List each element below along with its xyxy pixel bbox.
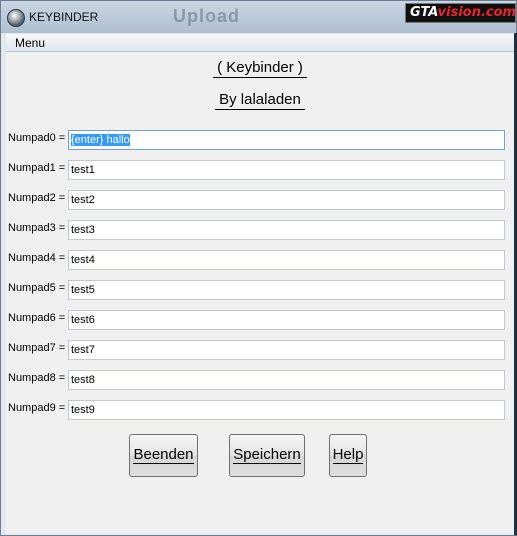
gtavision-watermark: GTAvision.com (405, 3, 516, 23)
numpad8-input[interactable] (68, 370, 505, 390)
window-title: KEYBINDER (29, 10, 99, 24)
numpad5-label: Numpad5 = (8, 282, 66, 294)
keybinder-window: KEYBINDER Upload GTAvision.com Menu ( Ke… (0, 0, 517, 536)
numpad2-label: Numpad2 = (8, 192, 66, 204)
numpad1-input[interactable] (68, 160, 505, 180)
numpad7-label: Numpad7 = (8, 342, 66, 354)
numpad6-label: Numpad6 = (8, 312, 66, 324)
numpad3-label: Numpad3 = (8, 222, 66, 234)
author-line-text: By lalaladen (215, 91, 305, 110)
title-bar[interactable]: KEYBINDER Upload GTAvision.com (1, 1, 516, 33)
numpad9-label: Numpad9 = (8, 402, 66, 414)
app-heading: ( Keybinder ) (6, 59, 514, 78)
numpad7-input[interactable] (68, 340, 505, 360)
numpad4-label: Numpad4 = (8, 252, 66, 264)
menu-item-menu[interactable]: Menu (15, 36, 45, 50)
app-icon (7, 9, 25, 27)
watermark-text-gta: GTA (410, 5, 438, 20)
numpad6-input[interactable] (68, 310, 505, 330)
menu-bar: Menu (6, 34, 514, 52)
numpad1-label: Numpad1 = (8, 162, 66, 174)
numpad8-label: Numpad8 = (8, 372, 66, 384)
numpad0-label: Numpad0 = (8, 132, 66, 144)
numpad0-input[interactable] (68, 130, 505, 150)
numpad9-input[interactable] (68, 400, 505, 420)
numpad5-input[interactable] (68, 280, 505, 300)
author-line: By lalaladen (6, 91, 514, 110)
numpad4-input[interactable] (68, 250, 505, 270)
client-area: Menu ( Keybinder ) By lalaladen Numpad0 … (6, 34, 514, 534)
numpad2-input[interactable] (68, 190, 505, 210)
save-button-label: Speichern (233, 446, 301, 464)
help-button[interactable]: Help (329, 434, 367, 477)
help-button-label: Help (332, 446, 364, 464)
app-heading-text: ( Keybinder ) (213, 59, 307, 78)
quit-button[interactable]: Beenden (129, 434, 198, 477)
watermark-text-vision: vision.com (437, 5, 517, 20)
numpad3-input[interactable] (68, 220, 505, 240)
save-button[interactable]: Speichern (229, 434, 305, 477)
background-window-title: Upload (173, 6, 240, 26)
quit-button-label: Beenden (133, 446, 194, 464)
